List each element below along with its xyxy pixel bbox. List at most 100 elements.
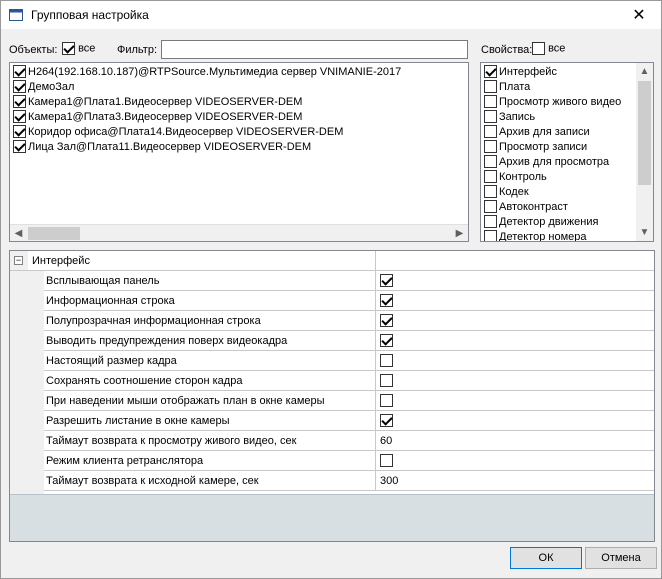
objects-list[interactable]: H264(192.168.10.187)@RTPSource.Мультимед… xyxy=(9,62,469,242)
grid-row-checkbox[interactable] xyxy=(380,354,393,367)
grid-row-value[interactable] xyxy=(380,414,393,428)
property-checkbox[interactable] xyxy=(484,80,497,93)
property-item[interactable]: Детектор номера xyxy=(484,229,587,242)
object-checkbox[interactable] xyxy=(13,110,26,123)
object-item[interactable]: Камера1@Плата1.Видеосервер VIDEOSERVER-D… xyxy=(13,94,302,109)
ok-button[interactable]: ОК xyxy=(510,547,582,569)
property-label: Плата xyxy=(499,80,531,93)
grid-row-checkbox[interactable] xyxy=(380,314,393,327)
object-label: Коридор офиса@Плата14.Видеосервер VIDEOS… xyxy=(28,125,344,138)
scroll-down-icon[interactable]: ▼ xyxy=(636,224,653,241)
property-item[interactable]: Запись xyxy=(484,109,535,124)
property-checkbox[interactable] xyxy=(484,155,497,168)
properties-all-check-box[interactable] xyxy=(532,42,545,55)
grid-row[interactable]: При наведении мыши отображать план в окн… xyxy=(10,391,654,411)
property-checkbox[interactable] xyxy=(484,230,497,241)
property-label: Детектор номера xyxy=(499,230,587,242)
grid-row-checkbox[interactable] xyxy=(380,374,393,387)
object-label: Камера1@Плата1.Видеосервер VIDEOSERVER-D… xyxy=(28,95,303,108)
grid-row[interactable]: Информационная строка xyxy=(10,291,654,311)
close-button[interactable]: ✕ xyxy=(617,1,661,29)
object-item[interactable]: Лица Зал@Плата11.Видеосервер VIDEOSERVER… xyxy=(13,139,311,154)
property-item[interactable]: Архив для просмотра xyxy=(484,154,609,169)
filter-input[interactable] xyxy=(161,40,468,59)
property-checkbox[interactable] xyxy=(484,215,497,228)
grid-row-checkbox[interactable] xyxy=(380,394,393,407)
scroll-right-icon[interactable]: ▶ xyxy=(451,225,468,241)
property-checkbox[interactable] xyxy=(484,125,497,138)
object-item[interactable]: Камера1@Плата3.Видеосервер VIDEOSERVER-D… xyxy=(13,109,302,124)
object-label: Камера1@Плата3.Видеосервер VIDEOSERVER-D… xyxy=(28,110,303,123)
grid-row-value[interactable] xyxy=(380,274,393,288)
properties-list[interactable]: Интерфейс Плата Просмотр живого видео За… xyxy=(480,62,654,242)
grid-row[interactable]: Настоящий размер кадра xyxy=(10,351,654,371)
grid-row-name: Полупрозрачная информационная строка xyxy=(46,315,261,327)
property-item[interactable]: Архив для записи xyxy=(484,124,590,139)
grid-row-value[interactable] xyxy=(380,294,393,308)
grid-row[interactable]: Выводить предупреждения поверх видеокадр… xyxy=(10,331,654,351)
property-checkbox[interactable] xyxy=(484,200,497,213)
property-checkbox[interactable] xyxy=(484,110,497,123)
property-item[interactable]: Кодек xyxy=(484,184,529,199)
object-item[interactable]: Коридор офиса@Плата14.Видеосервер VIDEOS… xyxy=(13,124,343,139)
grid-row[interactable]: Полупрозрачная информационная строка xyxy=(10,311,654,331)
scroll-left-icon[interactable]: ◀ xyxy=(10,225,27,241)
grid-row-value[interactable] xyxy=(380,454,393,468)
property-checkbox[interactable] xyxy=(484,95,497,108)
object-item[interactable]: H264(192.168.10.187)@RTPSource.Мультимед… xyxy=(13,64,401,79)
grid-row-checkbox[interactable] xyxy=(380,334,393,347)
grid-row[interactable]: Таймаут возврата к исходной камере, сек … xyxy=(10,471,654,491)
property-checkbox[interactable] xyxy=(484,170,497,183)
grid-row-value[interactable] xyxy=(380,394,393,408)
grid-row-checkbox[interactable] xyxy=(380,274,393,287)
grid-row-checkbox[interactable] xyxy=(380,454,393,467)
object-checkbox[interactable] xyxy=(13,140,26,153)
property-item[interactable]: Интерфейс xyxy=(484,64,557,79)
close-icon: ✕ xyxy=(632,7,646,24)
property-label: Архив для просмотра xyxy=(499,155,610,168)
vertical-scrollbar[interactable]: ▲ ▼ xyxy=(636,63,653,241)
grid-row[interactable]: Режим клиента ретранслятора xyxy=(10,451,654,471)
grid-row[interactable]: Всплывающая панель xyxy=(10,271,654,291)
grid-row-name: Режим клиента ретранслятора xyxy=(46,455,204,467)
grid-row[interactable]: Таймаут возврата к просмотру живого виде… xyxy=(10,431,654,451)
property-item[interactable]: Автоконтраст xyxy=(484,199,568,214)
grid-row-checkbox[interactable] xyxy=(380,294,393,307)
objects-all-check-box[interactable] xyxy=(62,42,75,55)
property-checkbox[interactable] xyxy=(484,140,497,153)
property-item[interactable]: Плата xyxy=(484,79,530,94)
objects-all-checkbox[interactable]: все xyxy=(62,42,95,55)
grid-row-value[interactable] xyxy=(380,314,393,328)
horizontal-scrollbar[interactable]: ◀ ▶ xyxy=(10,224,468,241)
grid-description-panel xyxy=(10,494,654,541)
grid-row-text-value[interactable]: 300 xyxy=(380,475,398,487)
property-label: Интерфейс xyxy=(499,65,557,78)
object-checkbox[interactable] xyxy=(13,95,26,108)
property-checkbox[interactable] xyxy=(484,65,497,78)
object-checkbox[interactable] xyxy=(13,80,26,93)
cancel-button[interactable]: Отмена xyxy=(585,547,657,569)
grid-group-header[interactable]: − Интерфейс xyxy=(10,251,654,271)
horizontal-scroll-thumb[interactable] xyxy=(28,227,80,240)
object-item[interactable]: ДемоЗал xyxy=(13,79,74,94)
property-item[interactable]: Просмотр живого видео xyxy=(484,94,621,109)
grid-row-value[interactable] xyxy=(380,374,393,388)
vertical-scroll-thumb[interactable] xyxy=(638,81,651,185)
property-item[interactable]: Просмотр записи xyxy=(484,139,587,154)
property-item[interactable]: Детектор движения xyxy=(484,214,598,229)
object-checkbox[interactable] xyxy=(13,65,26,78)
object-checkbox[interactable] xyxy=(13,125,26,138)
property-item[interactable]: Контроль xyxy=(484,169,547,184)
grid-row-value[interactable] xyxy=(380,334,393,348)
grid-row[interactable]: Разрешить листание в окне камеры xyxy=(10,411,654,431)
collapse-minus-icon[interactable]: − xyxy=(14,256,23,265)
properties-all-checkbox[interactable]: все xyxy=(532,42,565,55)
grid-row-text-value[interactable]: 60 xyxy=(380,435,392,447)
grid-row-name: Выводить предупреждения поверх видеокадр… xyxy=(46,335,288,347)
grid-row-checkbox[interactable] xyxy=(380,414,393,427)
grid-row[interactable]: Сохранять соотношение сторон кадра xyxy=(10,371,654,391)
grid-row-value[interactable] xyxy=(380,354,393,368)
properties-all-label: все xyxy=(548,42,566,55)
property-checkbox[interactable] xyxy=(484,185,497,198)
scroll-up-icon[interactable]: ▲ xyxy=(636,63,653,80)
